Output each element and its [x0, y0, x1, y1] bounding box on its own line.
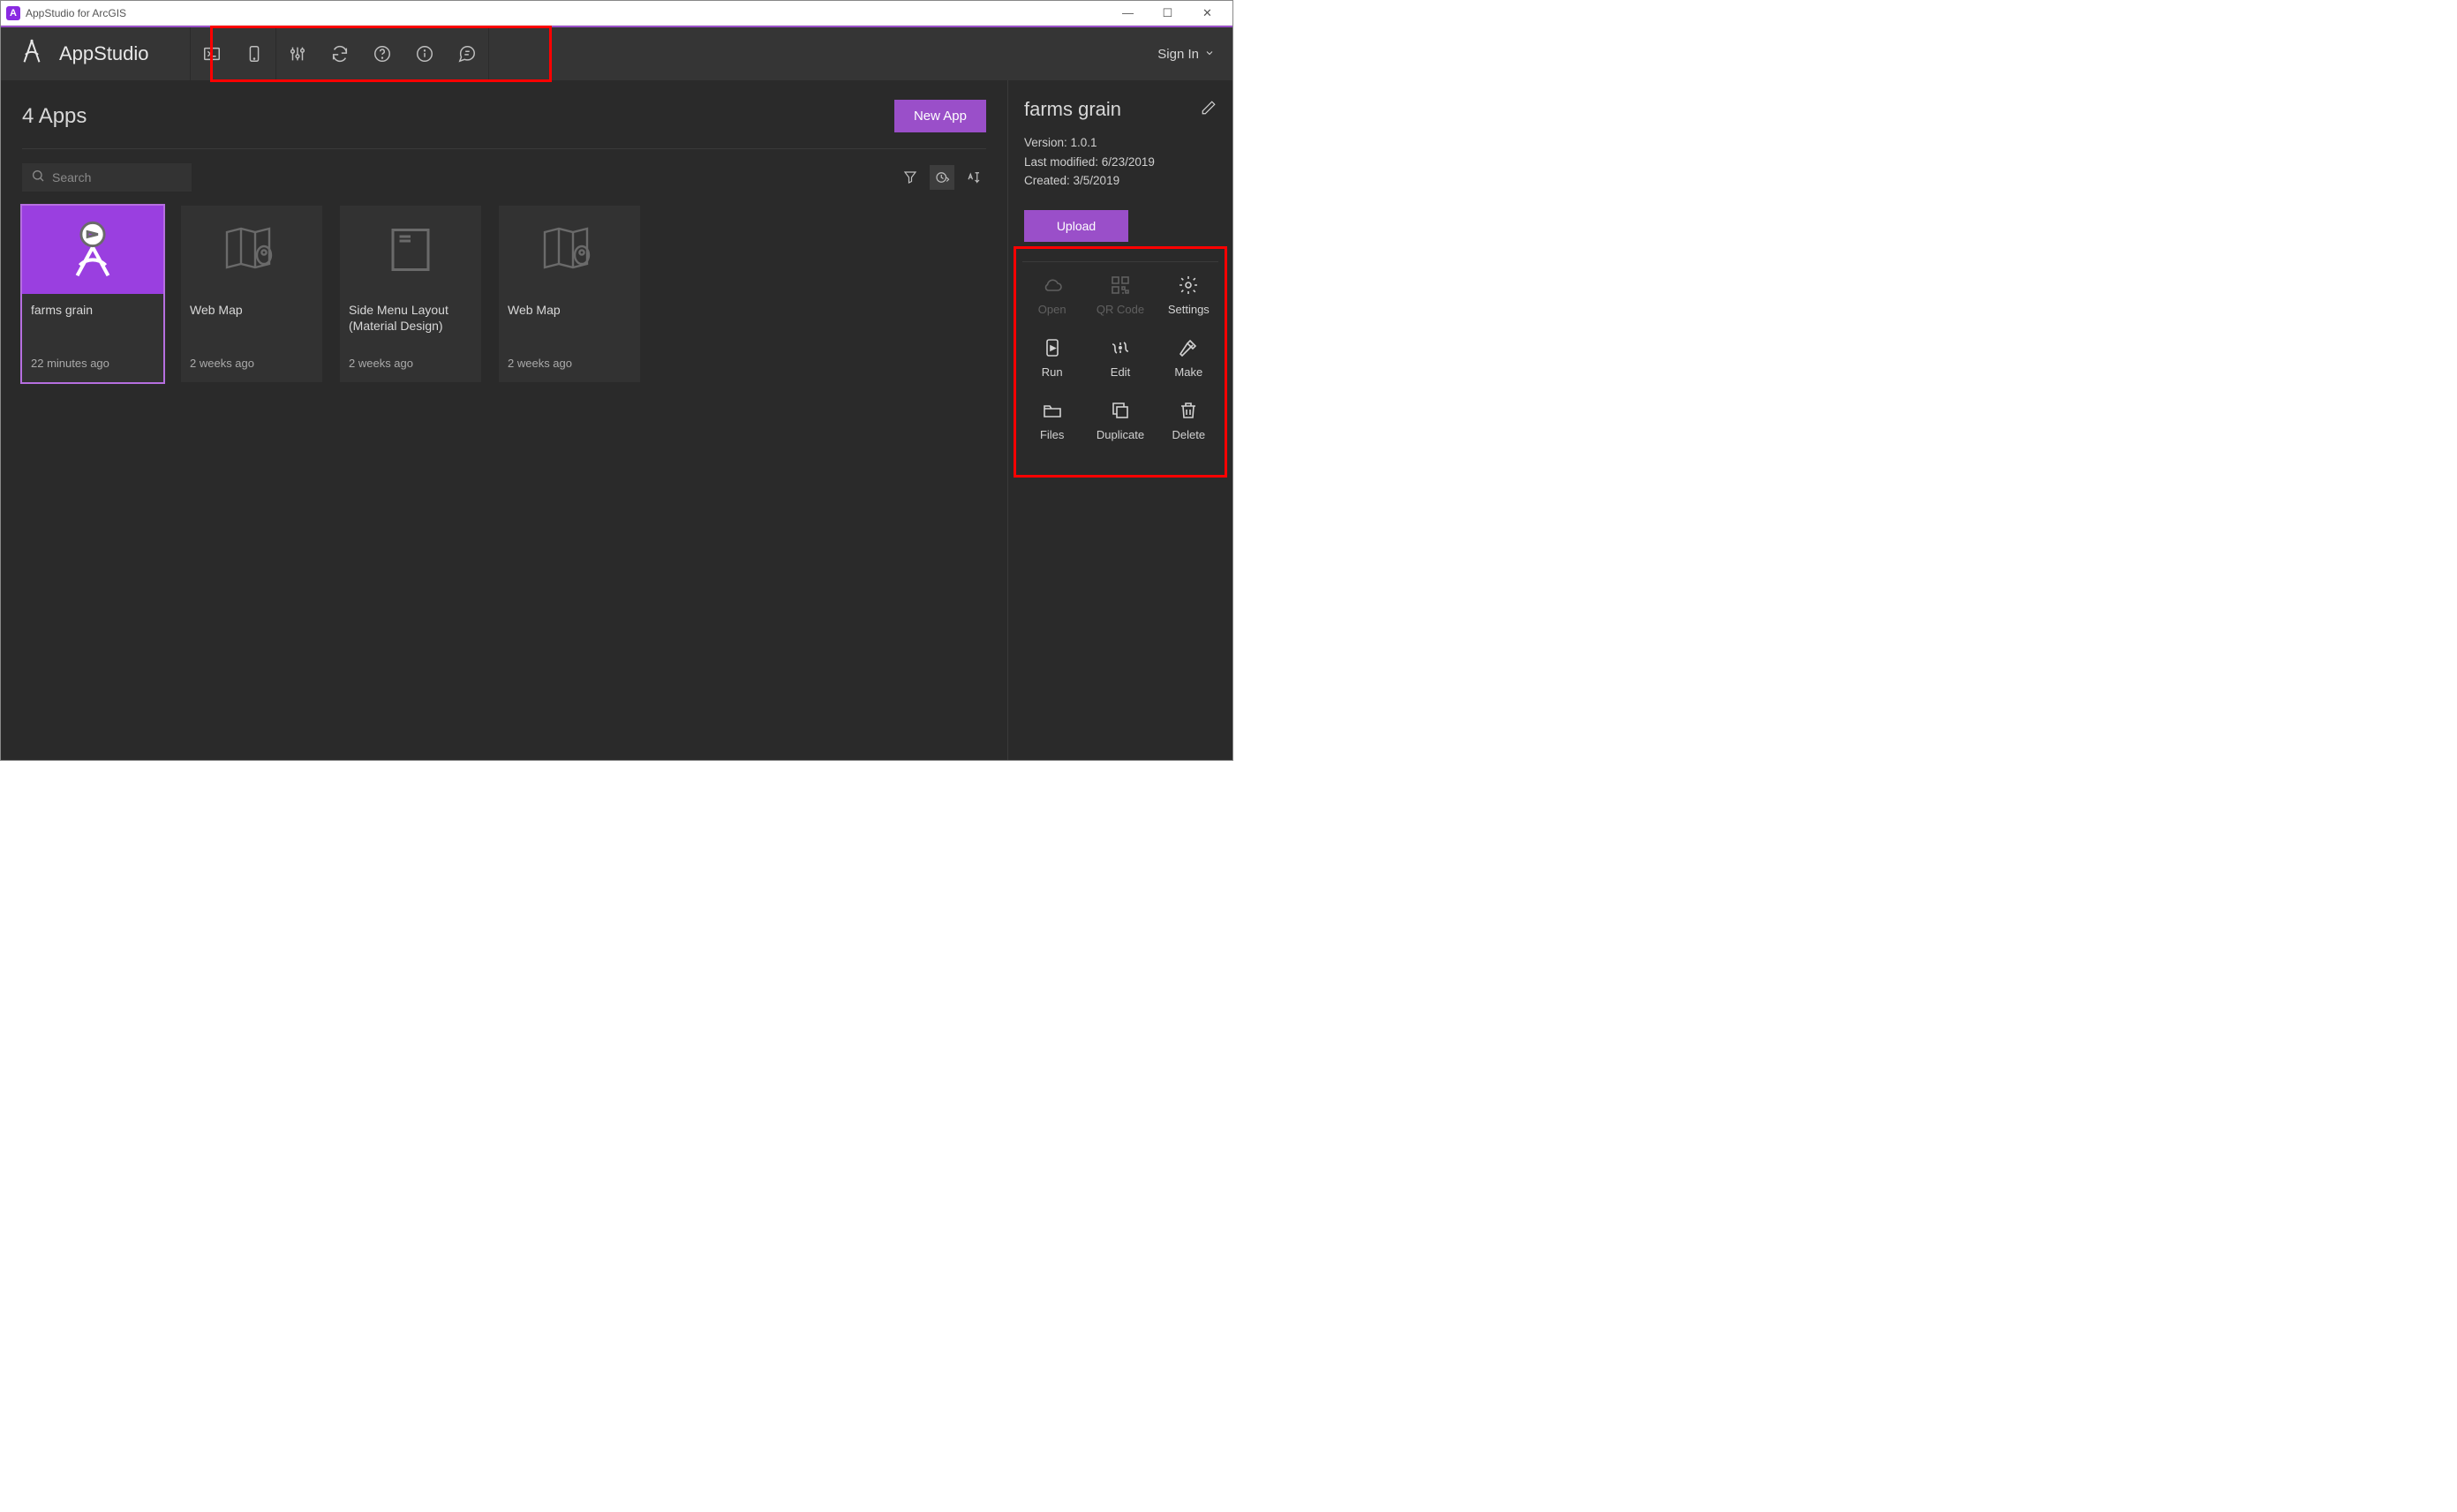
card-title: farms grain — [31, 303, 155, 319]
gear-icon — [1178, 275, 1199, 296]
window-title: AppStudio for ArcGIS — [26, 7, 1108, 19]
divider — [22, 148, 986, 149]
action-open: Open — [1024, 275, 1080, 316]
search-row — [22, 163, 986, 192]
card-title: Web Map — [508, 303, 631, 319]
action-files[interactable]: Files — [1024, 400, 1080, 441]
help-button[interactable] — [361, 27, 403, 80]
compass-logo-icon — [17, 37, 47, 71]
card-title: Web Map — [190, 303, 313, 319]
upload-button[interactable]: Upload — [1024, 210, 1128, 242]
feedback-button[interactable] — [446, 27, 488, 80]
sort-recent-button[interactable] — [930, 165, 954, 190]
folder-icon — [1042, 400, 1063, 421]
new-app-button[interactable]: New App — [894, 100, 986, 132]
app-window: A AppStudio for ArcGIS — ☐ ✕ AppStudio — [0, 0, 1233, 761]
body-area: 4 Apps New App — [1, 80, 1232, 760]
search-box[interactable] — [22, 163, 192, 192]
app-card[interactable]: Web Map 2 weeks ago — [181, 206, 322, 382]
search-icon — [31, 169, 45, 187]
action-edit[interactable]: Edit — [1092, 337, 1148, 379]
action-run[interactable]: Run — [1024, 337, 1080, 379]
card-time: 2 weeks ago — [190, 357, 313, 373]
apps-count-label: 4 Apps — [22, 104, 894, 129]
side-title-row: farms grain — [1024, 98, 1217, 121]
brand-area: AppStudio — [1, 37, 165, 71]
run-icon — [1042, 337, 1063, 358]
card-body: farms grain 22 minutes ago — [22, 294, 163, 382]
action-duplicate[interactable]: Duplicate — [1092, 400, 1148, 441]
window-maximize-button[interactable]: ☐ — [1148, 6, 1187, 20]
action-grid: Open QR Code Settings Run Edit — [1024, 275, 1217, 441]
window-minimize-button[interactable]: — — [1108, 6, 1148, 19]
app-card[interactable]: Side Menu Layout (Material Design) 2 wee… — [340, 206, 481, 382]
main-column: 4 Apps New App — [1, 80, 1007, 760]
action-settings[interactable]: Settings — [1161, 275, 1217, 316]
card-body: Side Menu Layout (Material Design) 2 wee… — [340, 294, 481, 382]
card-thumbnail — [340, 206, 481, 294]
brand-text: AppStudio — [59, 42, 149, 65]
card-time: 22 minutes ago — [31, 357, 155, 373]
hammer-icon — [1178, 337, 1199, 358]
action-make[interactable]: Make — [1161, 337, 1217, 379]
console-button[interactable] — [191, 27, 233, 80]
refresh-button[interactable] — [319, 27, 361, 80]
side-divider — [1022, 261, 1218, 262]
card-time: 2 weeks ago — [349, 357, 472, 373]
side-panel: farms grain Version: 1.0.1 Last modified… — [1007, 80, 1232, 760]
settings-sliders-button[interactable] — [276, 27, 319, 80]
app-card[interactable]: farms grain 22 minutes ago — [22, 206, 163, 382]
sign-in-label: Sign In — [1157, 47, 1199, 62]
top-toolbar: AppStudio — [1, 27, 1232, 80]
window-close-button[interactable]: ✕ — [1187, 6, 1227, 20]
card-body: Web Map 2 weeks ago — [181, 294, 322, 382]
cloud-icon — [1042, 275, 1063, 296]
action-qr-code: QR Code — [1092, 275, 1148, 316]
info-button[interactable] — [403, 27, 446, 80]
view-controls — [898, 165, 986, 190]
duplicate-icon — [1110, 400, 1131, 421]
card-thumbnail — [499, 206, 640, 294]
window-titlebar: A AppStudio for ArcGIS — ☐ ✕ — [1, 1, 1232, 26]
app-logo-icon: A — [6, 6, 20, 20]
code-icon — [1110, 337, 1131, 358]
meta-version: Version: 1.0.1 — [1024, 133, 1217, 153]
cards-container: farms grain 22 minutes ago Web Map 2 wee… — [22, 206, 986, 382]
edit-title-button[interactable] — [1201, 100, 1217, 120]
card-body: Web Map 2 weeks ago — [499, 294, 640, 382]
trash-icon — [1178, 400, 1199, 421]
card-title: Side Menu Layout (Material Design) — [349, 303, 472, 334]
sign-in-button[interactable]: Sign In — [1157, 47, 1215, 62]
filter-button[interactable] — [898, 165, 923, 190]
main-header: 4 Apps New App — [22, 100, 986, 132]
card-thumbnail — [181, 206, 322, 294]
meta-created: Created: 3/5/2019 — [1024, 171, 1217, 191]
toolbar-group-1 — [190, 27, 489, 80]
sort-alpha-button[interactable] — [961, 165, 986, 190]
device-button[interactable] — [233, 27, 275, 80]
chevron-down-icon — [1204, 47, 1215, 62]
qr-code-icon — [1110, 275, 1131, 296]
card-time: 2 weeks ago — [508, 357, 631, 373]
app-meta: Version: 1.0.1 Last modified: 6/23/2019 … — [1024, 133, 1217, 191]
search-input[interactable] — [52, 170, 183, 184]
meta-modified: Last modified: 6/23/2019 — [1024, 153, 1217, 172]
card-thumbnail — [22, 206, 163, 294]
action-delete[interactable]: Delete — [1161, 400, 1217, 441]
app-card[interactable]: Web Map 2 weeks ago — [499, 206, 640, 382]
side-title: farms grain — [1024, 98, 1201, 121]
